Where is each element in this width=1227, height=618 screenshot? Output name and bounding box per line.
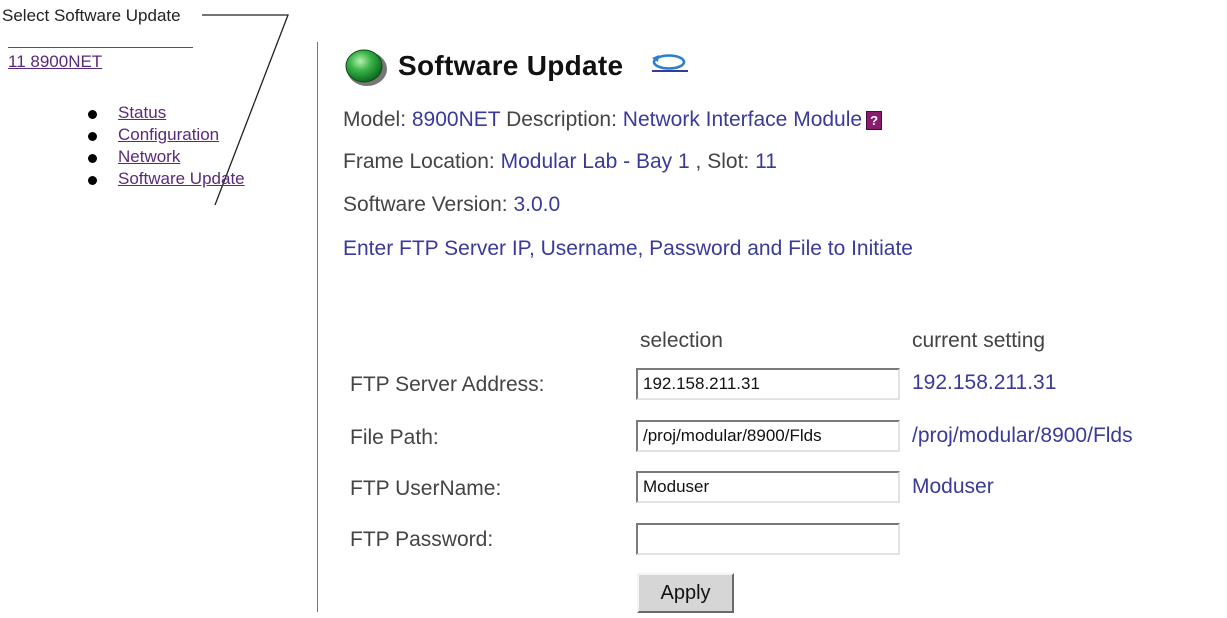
selection-column-header: selection [640,329,723,352]
model-value: 8900NET [411,108,501,131]
frame-location-line: Frame Location: Modular Lab - Bay 1 , Sl… [343,150,777,174]
software-version-value: 3.0.0 [513,193,561,216]
ftp-server-address-current: 192.158.211.31 [912,371,1057,394]
help-icon[interactable]: ? [866,111,883,130]
frame-divider [317,42,318,612]
sidebar-link-software-update[interactable]: Software Update [118,170,245,188]
file-path-label: File Path: [350,426,439,449]
current-setting-column-header: current setting [912,329,1046,352]
ftp-password-input[interactable] [636,523,900,555]
slot-value: 11 [755,150,777,173]
description-value: Network Interface Module [622,108,863,131]
page-title: Software Update [398,50,624,81]
frame-location-value: Modular Lab - Bay 1 [500,150,690,173]
apply-button[interactable]: Apply [637,573,734,613]
refresh-icon[interactable] [650,52,690,74]
model-line: Model: 8900NET Description: Network Inte… [343,108,883,132]
green-led-icon [345,49,387,86]
ftp-prompt: Enter FTP Server IP, Username, Password … [343,237,913,260]
ftp-password-label: FTP Password: [350,528,494,551]
model-label: Model: [343,108,407,131]
slot-label: , Slot: [695,150,750,173]
frame-location-label: Frame Location: [343,150,495,173]
software-version-label: Software Version: [343,193,508,216]
sidebar-link-configuration[interactable]: Configuration [118,126,219,144]
ftp-server-address-input[interactable] [636,368,900,400]
sidebar-rule [8,47,193,48]
description-label: Description: [506,108,617,131]
ftp-server-address-label: FTP Server Address: [350,373,545,396]
file-path-current: /proj/modular/8900/Flds [912,424,1133,447]
ftp-username-current: Moduser [912,475,994,498]
sidebar-link-status[interactable]: Status [118,104,166,122]
ftp-username-input[interactable] [636,471,900,503]
ftp-username-label: FTP UserName: [350,477,502,500]
file-path-input[interactable] [636,420,900,452]
sidebar-link-network[interactable]: Network [118,148,180,166]
software-version-line: Software Version: 3.0.0 [343,193,560,217]
module-link[interactable]: 11 8900NET [8,52,102,72]
